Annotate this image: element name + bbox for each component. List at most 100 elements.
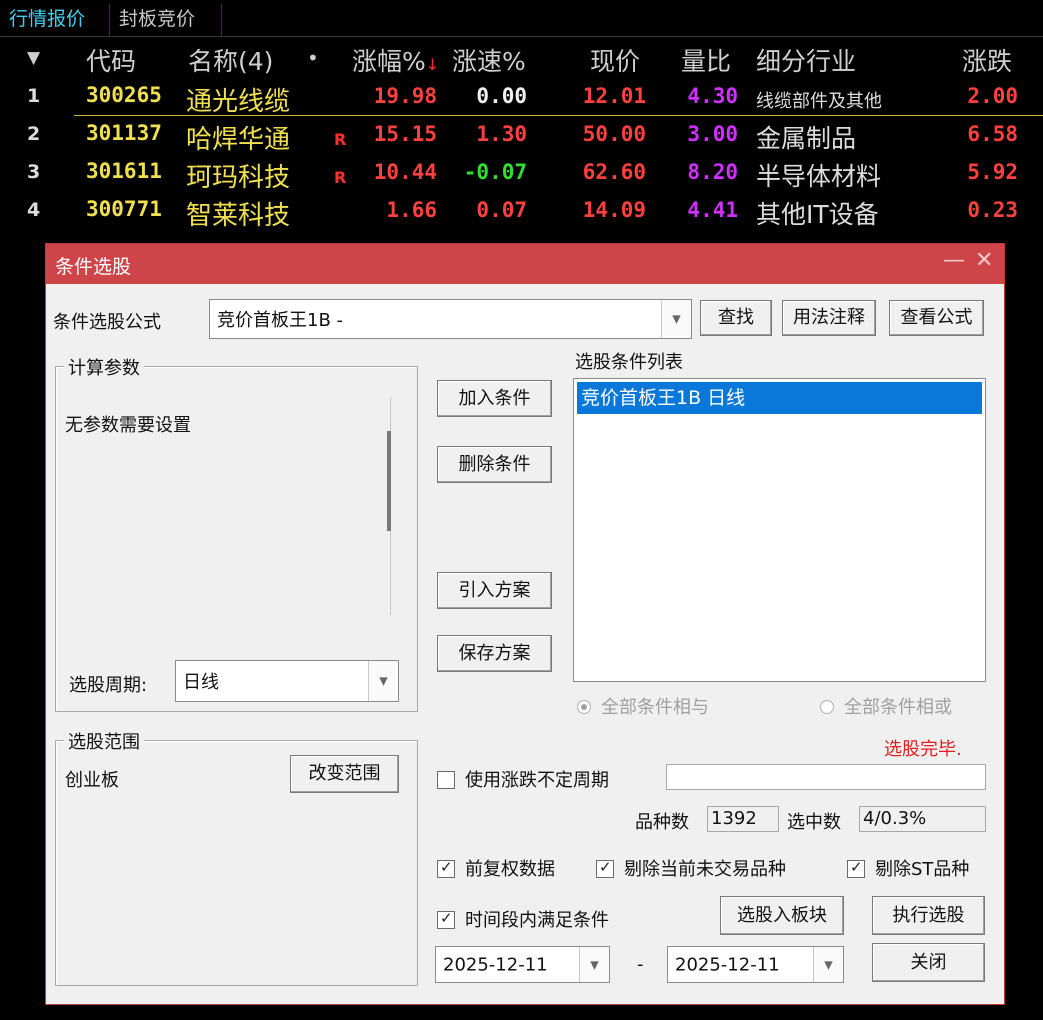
view-formula-button[interactable]: 查看公式 <box>889 300 984 336</box>
column-menu-icon[interactable]: ▼ <box>27 48 40 68</box>
stock-name: 智莱科技 <box>186 201 291 231</box>
radio-all-and[interactable]: 全部条件相与 <box>577 693 709 719</box>
market-tabs: 行情报价 封板竞价 <box>0 0 1043 37</box>
header-change[interactable]: 涨跌 <box>962 42 1012 78</box>
list-item[interactable]: 竞价首板王1B 日线 <box>577 382 982 414</box>
usage-notes-button[interactable]: 用法注释 <box>782 300 876 336</box>
conditions-list-label: 选股条件列表 <box>575 352 683 373</box>
header-volume-ratio[interactable]: 量比 <box>681 42 731 78</box>
change-amount: 5.92 <box>967 160 1018 184</box>
chevron-down-icon[interactable] <box>579 947 609 982</box>
dialog-title: 条件选股 <box>55 256 132 278</box>
header-price[interactable]: 现价 <box>590 42 640 78</box>
row-index: 3 <box>27 161 41 183</box>
exclude-untraded-checkbox[interactable]: 剔除当前未交易品种 <box>596 855 786 881</box>
formula-select[interactable]: 竞价首板王1B - <box>209 299 692 339</box>
formula-value: 竞价首板王1B - <box>217 310 344 331</box>
count-label: 品种数 <box>635 812 689 833</box>
tab-quotes[interactable]: 行情报价 <box>0 4 110 36</box>
volume-ratio: 8.20 <box>687 160 738 184</box>
header-change-pct[interactable]: 涨幅%↓ <box>352 42 439 78</box>
exclude-st-checkbox[interactable]: 剔除ST品种 <box>847 855 969 881</box>
chevron-down-icon[interactable] <box>661 300 691 338</box>
selected-count-label: 选中数 <box>787 812 841 833</box>
industry: 其他IT设备 <box>756 200 879 229</box>
header-speed-pct[interactable]: 涨速% <box>452 42 526 78</box>
row-index: 1 <box>27 85 41 107</box>
stock-name: 哈焊华通 <box>186 125 291 155</box>
conditions-list[interactable]: 竞价首板王1B 日线 <box>573 378 986 682</box>
radio-all-or[interactable]: 全部条件相或 <box>820 693 952 719</box>
table-row[interactable]: 4 300771 智莱科技 1.66 0.07 14.09 4.41 其他IT设… <box>0 192 1043 231</box>
stock-code: 301611 <box>86 159 162 183</box>
checkbox-box-checked <box>847 858 865 878</box>
header-industry[interactable]: 细分行业 <box>756 42 856 78</box>
financing-flag: R <box>334 130 347 149</box>
find-button[interactable]: 查找 <box>700 300 772 336</box>
close-icon[interactable]: ✕ <box>975 248 993 273</box>
tab-limit-auction[interactable]: 封板竞价 <box>110 4 222 36</box>
variable-period-checkbox[interactable]: 使用涨跌不定周期 <box>437 766 609 792</box>
volume-ratio: 4.30 <box>687 84 738 108</box>
financing-flag: R <box>334 168 347 187</box>
stock-code: 300265 <box>86 83 162 107</box>
minimize-icon[interactable]: — <box>943 248 965 273</box>
industry: 线缆部件及其他 <box>756 91 882 112</box>
scope-group: 选股范围 创业板 改变范围 <box>55 728 418 986</box>
params-group-title: 计算参数 <box>64 354 144 380</box>
header-code[interactable]: 代码 <box>86 42 136 78</box>
params-scrollbar-thumb[interactable] <box>387 431 391 531</box>
formula-label: 条件选股公式 <box>53 312 161 333</box>
table-row[interactable]: 1 300265 通光线缆 19.98 0.00 12.01 4.30 线缆部件… <box>0 78 1043 117</box>
radio-dot-selected <box>577 700 591 714</box>
date-range-separator: - <box>637 954 644 975</box>
checkbox-box-checked <box>437 909 455 929</box>
stock-code: 301137 <box>86 121 162 145</box>
variable-period-label: 使用涨跌不定周期 <box>465 770 609 791</box>
end-date-picker[interactable]: 2025-12-11 <box>667 946 844 983</box>
dialog-titlebar[interactable]: 条件选股 — ✕ <box>46 244 1004 284</box>
params-text: 无参数需要设置 <box>65 415 191 436</box>
import-plan-button[interactable]: 引入方案 <box>437 572 552 609</box>
add-to-block-button[interactable]: 选股入板块 <box>720 896 844 935</box>
checkbox-box-checked <box>437 858 455 878</box>
period-select[interactable]: 日线 <box>175 660 399 702</box>
chevron-down-icon[interactable] <box>813 947 843 982</box>
radio-all-and-label: 全部条件相与 <box>601 697 709 718</box>
row-index: 2 <box>27 123 41 145</box>
table-row[interactable]: 2 301137 哈焊华通 R 15.15 1.30 50.00 3.00 金属… <box>0 116 1043 155</box>
time-range-checkbox[interactable]: 时间段内满足条件 <box>437 906 609 932</box>
change-pct: 10.44 <box>373 160 437 184</box>
stock-name: 珂玛科技 <box>186 163 291 193</box>
sort-desc-icon: ↓ <box>425 55 440 74</box>
count-value: 1392 <box>707 806 779 832</box>
checkbox-box <box>437 771 455 789</box>
chevron-down-icon[interactable] <box>368 661 398 701</box>
scope-group-title: 选股范围 <box>64 728 144 754</box>
execute-screen-button[interactable]: 执行选股 <box>872 896 985 935</box>
time-range-label: 时间段内满足条件 <box>465 910 609 931</box>
period-value: 日线 <box>183 672 219 693</box>
speed-pct: 1.30 <box>476 122 527 146</box>
save-plan-button[interactable]: 保存方案 <box>437 635 552 672</box>
volume-ratio: 4.41 <box>687 198 738 222</box>
variable-period-input[interactable] <box>666 764 986 790</box>
change-amount: 0.23 <box>967 198 1018 222</box>
header-name[interactable]: 名称(4) <box>188 42 273 78</box>
price: 62.60 <box>582 160 646 184</box>
forward-adjust-checkbox[interactable]: 前复权数据 <box>437 855 555 881</box>
speed-pct: 0.00 <box>476 84 527 108</box>
delete-condition-button[interactable]: 删除条件 <box>437 446 552 483</box>
speed-pct: -0.07 <box>463 160 527 184</box>
add-condition-button[interactable]: 加入条件 <box>437 380 552 417</box>
header-dot: • <box>307 46 319 70</box>
price: 14.09 <box>582 198 646 222</box>
table-row[interactable]: 3 301611 珂玛科技 R 10.44 -0.07 62.60 8.20 半… <box>0 154 1043 193</box>
change-amount: 6.58 <box>967 122 1018 146</box>
close-button[interactable]: 关闭 <box>872 943 985 982</box>
change-pct: 1.66 <box>386 198 437 222</box>
change-scope-button[interactable]: 改变范围 <box>290 755 399 793</box>
start-date-picker[interactable]: 2025-12-11 <box>435 946 610 983</box>
stock-screener-dialog: 条件选股 — ✕ 条件选股公式 竞价首板王1B - 查找 用法注释 查看公式 计… <box>45 243 1005 1005</box>
period-label: 选股周期: <box>69 675 148 696</box>
